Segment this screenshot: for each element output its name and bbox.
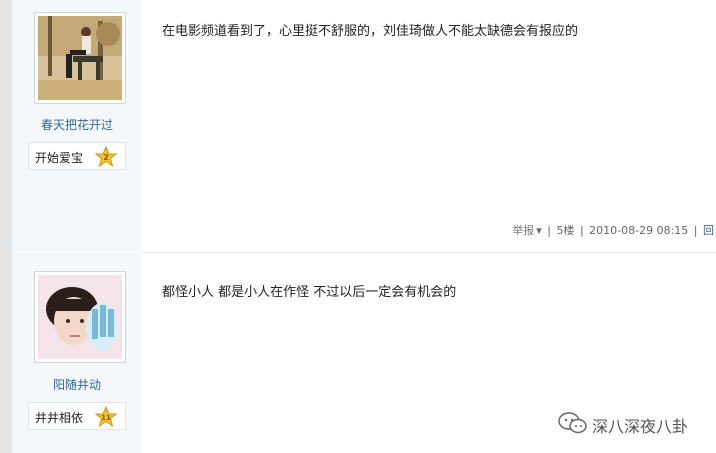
post-1: 春天把花开过 开始爱宝 2 在电影频道看到了，心里挺不舒服的，刘佳琦做人不能太缺… xyxy=(0,0,716,252)
chevron-down-icon[interactable]: ▾ xyxy=(536,224,542,237)
post-timestamp: 2010-08-29 08:15 xyxy=(589,224,689,237)
post-content: 在电影频道看到了，心里挺不舒服的，刘佳琦做人不能太缺德会有报应的 xyxy=(162,24,579,39)
username[interactable]: 阳随井动 xyxy=(12,376,142,393)
rank-badge: 井井相依 11 xyxy=(28,402,126,430)
rank-label: 井井相依 xyxy=(35,411,84,425)
user-avatar[interactable] xyxy=(34,271,126,363)
post-meta: 举报 ▾ | 5楼 | 2010-08-29 08:15 | 回 xyxy=(512,222,716,238)
watermark-text: 深八深夜八卦 xyxy=(592,417,689,436)
star-badge-icon: 11 xyxy=(95,406,117,428)
report-link[interactable]: 举报 xyxy=(512,224,534,237)
reply-link[interactable]: 回 xyxy=(703,224,714,237)
floor-number: 5楼 xyxy=(556,224,575,237)
user-avatar[interactable] xyxy=(34,12,126,104)
rank-badge: 开始爱宝 2 xyxy=(28,142,126,170)
rank-label: 开始爱宝 xyxy=(35,151,84,165)
post-content: 都怪小人 都是小人在作怪 不过以后一定会有机会的 xyxy=(162,285,457,300)
svg-text:11: 11 xyxy=(101,414,111,422)
avatar-photo xyxy=(38,16,122,100)
avatar-photo xyxy=(38,275,122,359)
username[interactable]: 春天把花开过 xyxy=(12,116,142,133)
meta-separator: | xyxy=(579,224,584,237)
star-badge-icon: 2 xyxy=(95,146,117,168)
wechat-icon xyxy=(558,412,587,434)
meta-separator: | xyxy=(547,224,551,237)
meta-separator: | xyxy=(693,224,698,237)
svg-text:2: 2 xyxy=(103,153,109,162)
